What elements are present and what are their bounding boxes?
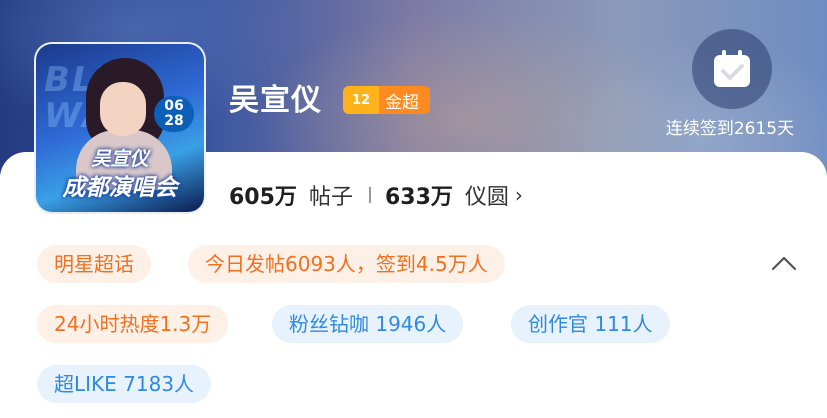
coins-label[interactable]: 仪圆 xyxy=(465,179,509,211)
diamond-level-icon: 12 xyxy=(343,86,379,114)
tag-fan-diamond[interactable]: 粉丝钻咖 1946人 xyxy=(272,305,464,343)
tag-creator[interactable]: 创作官 111人 xyxy=(511,305,670,343)
collapse-button[interactable] xyxy=(766,248,802,278)
avatar-caption-name: 吴宣仪 xyxy=(91,148,149,170)
stats-divider xyxy=(368,187,371,203)
posts-label: 帖子 xyxy=(308,185,353,210)
posts-count: 605万 xyxy=(229,185,297,210)
coins-count[interactable]: 633万 xyxy=(385,179,453,211)
avatar-face xyxy=(100,82,146,136)
level-badge[interactable]: 12 金超 xyxy=(343,86,430,114)
tag-daily-activity[interactable]: 今日发帖6093人，签到4.5万人 xyxy=(188,245,505,283)
topic-title: 吴宣仪 xyxy=(229,83,322,118)
chevron-up-icon xyxy=(771,256,797,271)
avatar-date: 06 28 xyxy=(154,96,194,132)
level-badge-label: 金超 xyxy=(385,92,419,113)
avatar-caption-event: 成都演唱会 xyxy=(62,175,178,201)
signin-streak-text[interactable]: 连续签到2615天 xyxy=(650,117,810,141)
signin-button[interactable] xyxy=(692,29,772,109)
calendar-check-icon xyxy=(714,50,750,87)
tag-star-topic[interactable]: 明星超话 xyxy=(37,245,151,283)
topic-stats: 605万 帖子 633万 仪圆 › xyxy=(229,178,523,212)
tag-24h-heat[interactable]: 24小时热度1.3万 xyxy=(37,305,229,343)
chevron-right-icon[interactable]: › xyxy=(515,183,523,207)
tag-super-like[interactable]: 超LIKE 7183人 xyxy=(37,365,212,403)
topic-avatar[interactable]: BLUE WAVE 06 28 吴宣仪 成都演唱会 xyxy=(34,42,206,214)
